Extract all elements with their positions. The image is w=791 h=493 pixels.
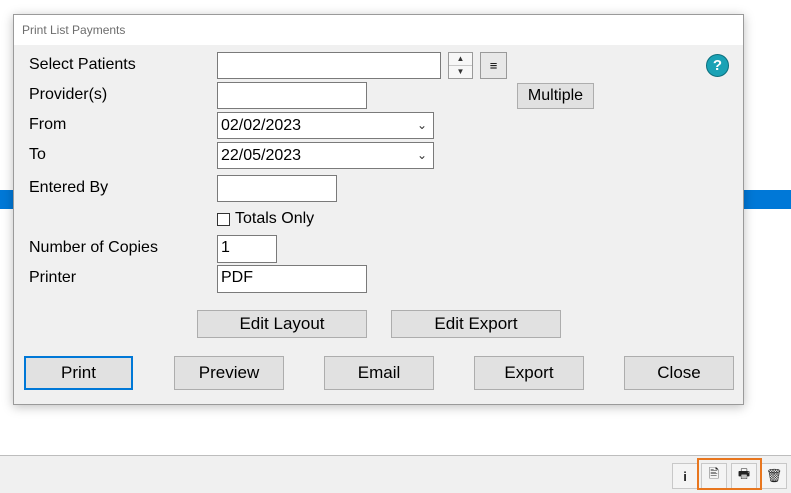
edit-layout-button[interactable]: Edit Layout: [197, 310, 367, 338]
totals-only-option[interactable]: Totals Only: [217, 210, 314, 228]
number-of-copies-input[interactable]: 1: [217, 235, 277, 263]
print-icon[interactable]: 🖹: [701, 463, 727, 489]
dialog-titlebar: Print List Payments: [14, 15, 743, 45]
totals-only-checkbox[interactable]: [217, 212, 230, 226]
select-patients-spinner[interactable]: ▲ ▼: [448, 52, 473, 79]
from-label: From: [29, 116, 67, 133]
to-label: To: [29, 146, 46, 163]
to-date-value: 22/05/2023: [221, 147, 302, 164]
patient-list-button[interactable]: ≡: [480, 52, 507, 79]
dialog-title: Print List Payments: [22, 23, 126, 37]
multiple-button[interactable]: Multiple: [517, 83, 594, 109]
print-list-payments-dialog: Print List Payments Select Patients ▲ ▼ …: [13, 14, 744, 405]
info-icon[interactable]: i: [672, 463, 698, 489]
list-icon: ≡: [489, 58, 498, 73]
print-button[interactable]: Print: [24, 356, 133, 390]
chevron-down-icon[interactable]: ⌄: [417, 113, 427, 138]
select-patients-label: Select Patients: [29, 56, 136, 73]
totals-only-label[interactable]: Totals Only: [235, 210, 314, 228]
spin-up-icon[interactable]: ▲: [449, 53, 472, 66]
to-date-picker[interactable]: 22/05/2023 ⌄: [217, 142, 434, 169]
help-icon[interactable]: ?: [706, 54, 729, 77]
edit-export-button[interactable]: Edit Export: [391, 310, 561, 338]
status-bar: i 🖹 🖶 🗑: [0, 455, 791, 493]
entered-by-label: Entered By: [29, 179, 109, 196]
providers-label: Provider(s): [29, 86, 108, 103]
number-of-copies-label: Number of Copies: [29, 239, 158, 256]
printer-input[interactable]: PDF: [217, 265, 367, 293]
printer-icon[interactable]: 🖶: [731, 463, 757, 489]
chevron-down-icon[interactable]: ⌄: [417, 143, 427, 168]
from-date-value: 02/02/2023: [221, 117, 302, 134]
select-patients-input[interactable]: [217, 52, 441, 79]
email-button[interactable]: Email: [324, 356, 434, 390]
printer-label: Printer: [29, 269, 77, 286]
spin-down-icon[interactable]: ▼: [449, 66, 472, 78]
trash-icon[interactable]: 🗑: [761, 463, 787, 489]
close-button[interactable]: Close: [624, 356, 734, 390]
preview-button[interactable]: Preview: [174, 356, 284, 390]
export-button[interactable]: Export: [474, 356, 584, 390]
from-date-picker[interactable]: 02/02/2023 ⌄: [217, 112, 434, 139]
entered-by-input[interactable]: [217, 175, 337, 202]
providers-input[interactable]: [217, 82, 367, 109]
